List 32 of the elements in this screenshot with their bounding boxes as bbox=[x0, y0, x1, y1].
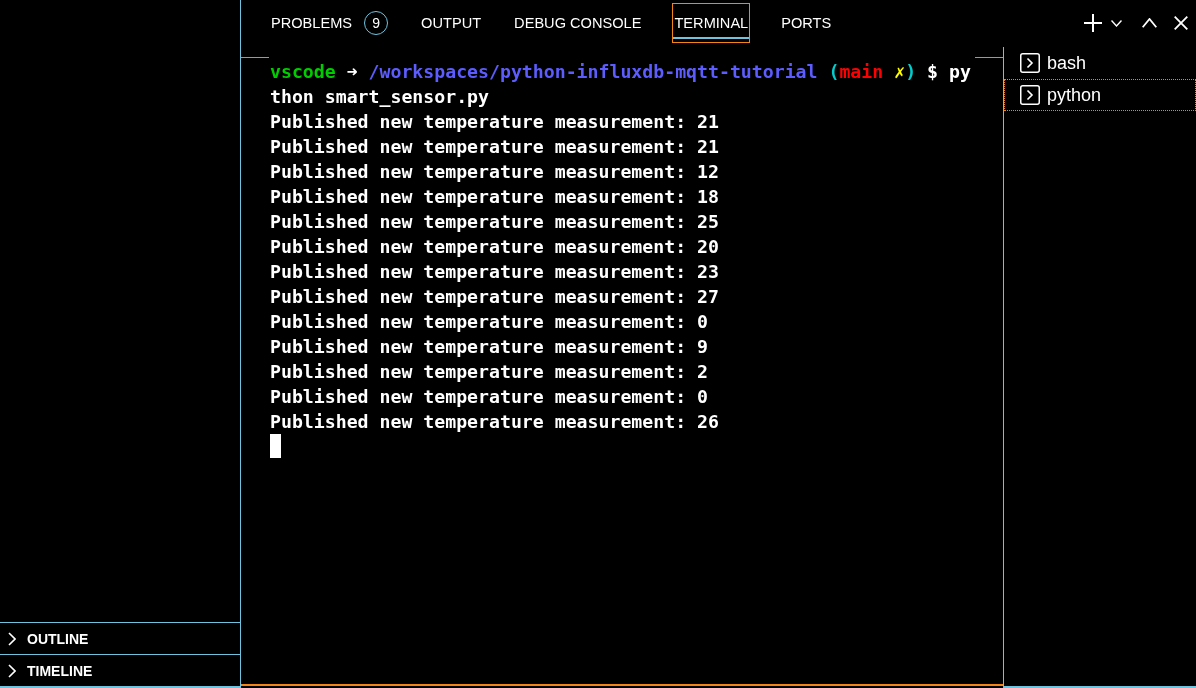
chevron-up-icon[interactable] bbox=[1142, 17, 1157, 28]
panel-tab[interactable]: PORTS bbox=[779, 3, 834, 43]
terminal-line: Published new temperature measurement: 0 bbox=[270, 385, 708, 409]
terminal-line: Published new temperature measurement: 26 bbox=[270, 410, 719, 434]
chevron-right-icon bbox=[8, 663, 16, 678]
panel-tab[interactable]: TERMINAL bbox=[672, 3, 751, 43]
terminal-line: Published new temperature measurement: 25 bbox=[270, 210, 719, 234]
chevron-right-icon bbox=[8, 631, 16, 646]
chevron-down-icon[interactable] bbox=[1111, 20, 1122, 27]
close-icon[interactable] bbox=[1174, 16, 1188, 30]
terminal-prompt: vscode ➜ /workspaces/python-influxdb-mqtt-tutorial (main ✗) $ py bbox=[270, 60, 971, 84]
terminal-line: Published new temperature measurement: 18 bbox=[270, 185, 719, 209]
plus-icon[interactable] bbox=[1084, 14, 1102, 32]
section-header[interactable]: OUTLINE bbox=[0, 622, 240, 654]
terminal-line: Published new temperature measurement: 20 bbox=[270, 235, 719, 259]
terminal-line: Published new temperature measurement: 2 bbox=[270, 360, 708, 384]
panel-tab[interactable]: PROBLEMS 9 bbox=[269, 3, 391, 43]
terminal-icon bbox=[1020, 85, 1040, 105]
terminal-list-item[interactable]: python bbox=[1004, 79, 1196, 111]
terminal-line: Published new temperature measurement: 9 bbox=[270, 335, 708, 359]
terminal-line: thon smart_sensor.py bbox=[270, 85, 489, 109]
terminal-line: Published new temperature measurement: 0 bbox=[270, 310, 708, 334]
terminal-icon bbox=[1020, 53, 1040, 73]
terminal-line: Published new temperature measurement: 21 bbox=[270, 135, 719, 159]
terminal-line: Published new temperature measurement: 12 bbox=[270, 160, 719, 184]
panel-tab[interactable]: OUTPUT bbox=[419, 3, 484, 43]
terminal-line: Published new temperature measurement: 21 bbox=[270, 110, 719, 134]
section-header[interactable]: TIMELINE bbox=[0, 654, 240, 686]
terminal-line: Published new temperature measurement: 27 bbox=[270, 285, 719, 309]
terminal-list-item[interactable]: bash bbox=[1004, 47, 1196, 79]
panel-tab[interactable]: DEBUG CONSOLE bbox=[512, 3, 644, 43]
terminal-line: Published new temperature measurement: 23 bbox=[270, 260, 719, 284]
